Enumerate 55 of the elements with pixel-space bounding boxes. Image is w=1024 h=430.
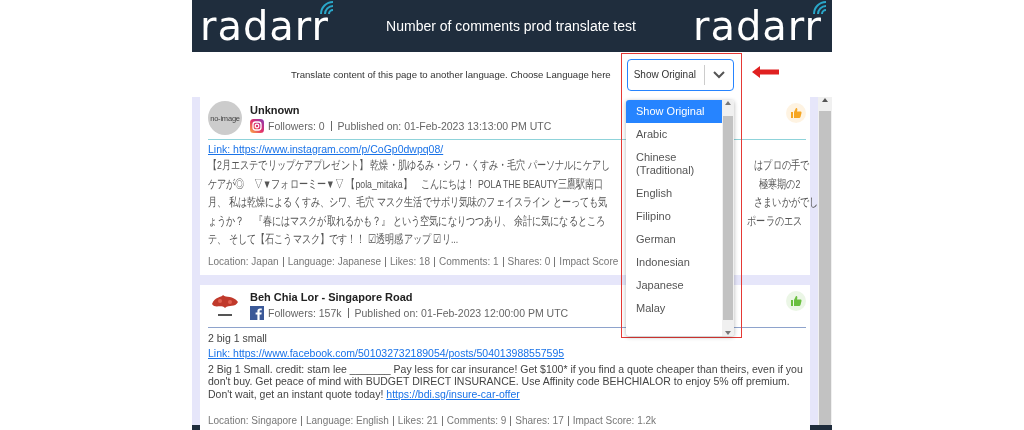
post-text-line: 月、 私は乾燥によるくすみ、シワ、毛穴 マスク生活でサボリ気味のフェイスライン とーっても気	[208, 195, 608, 210]
chevron-down-icon	[712, 70, 725, 79]
post-text-line: ょうか？ 『春にはマスクが取れるかも？』 という空気になりつつあり、 余計に気になるところ	[208, 213, 605, 230]
followers-count: Followers: 0	[268, 119, 325, 132]
language-option[interactable]: Japanese	[626, 274, 722, 297]
post-text-line: 極寒期の2	[758, 176, 800, 192]
arrow-icon	[752, 66, 779, 78]
author-name: Unknown	[250, 103, 300, 116]
language-option[interactable]: Malay	[626, 297, 722, 320]
post-text-line: ポーラのエス	[747, 213, 803, 229]
language-option[interactable]: Chinese (Traditional)	[626, 146, 722, 182]
post-stat: Impact Score	[554, 256, 623, 267]
post-text-line: 【2月エステでリップケアプレゼント】 乾燥・肌ゆるみ・シワ・くすみ・毛穴 パーソナルにケアし	[208, 158, 610, 173]
post-text-link[interactable]: https://bdi.sg/insure-car-offer	[386, 387, 520, 400]
language-select[interactable]: Show Original	[626, 58, 734, 91]
post-stat: Impact Score: 1.2k	[567, 416, 661, 426]
published-date: Published on: 01-Feb-2023 12:00:00 PM UTC	[347, 308, 569, 318]
language-option[interactable]: Arabic	[626, 123, 722, 146]
post-stat: Comments: 1	[434, 256, 503, 267]
translate-label: Translate content of this page to another language. Choose Language here	[291, 69, 611, 80]
post-title: 2 big 1 small	[208, 331, 267, 344]
post-stat: Likes: 18	[385, 256, 435, 267]
logo: radarr	[200, 6, 330, 46]
scroll-up-icon	[822, 97, 828, 103]
language-option[interactable]: English	[626, 182, 722, 205]
language-option[interactable]: Filipino	[626, 205, 722, 228]
author-name: Beh Chia Lor - Singapore Road	[250, 291, 413, 303]
post-text-line: さまいかがでし	[753, 195, 818, 210]
post-stat: Language: Japanese	[282, 256, 386, 267]
post-text-line: はプロの手で	[754, 158, 809, 173]
letter-f-icon	[250, 306, 264, 320]
page-scrollbar[interactable]	[818, 97, 832, 425]
post-text-line: テ、 そして【石こうマスク】です！！ ☑透明感アップ ☑リ...	[208, 232, 459, 247]
logo: radarr	[692, 6, 822, 46]
language-option[interactable]: German	[626, 228, 722, 251]
language-option[interactable]: Indonesian	[626, 251, 722, 274]
post-stat: Language: English	[300, 416, 393, 426]
followers-count: Followers: 157k	[268, 307, 342, 319]
post-stat: Likes: 21	[392, 416, 442, 426]
scrollbar[interactable]	[722, 100, 734, 336]
scroll-down-icon	[725, 330, 731, 336]
camera-icon	[250, 118, 264, 133]
published-date: Published on: 01-Feb-2023 13:13:00 PM UTC	[330, 120, 552, 131]
page-title: Number of comments prod translate test	[386, 18, 636, 34]
language-option[interactable]: Show Original	[626, 100, 722, 123]
post-link[interactable]: Link: https://www.instagram.com/p/CoGp0dwpq08/	[208, 143, 444, 155]
post-stat: Shares: 17	[510, 416, 568, 426]
post-stat: Location: Singapore	[208, 416, 298, 426]
post-stat: Location: Japan	[208, 256, 280, 267]
post-link[interactable]: Link: https://www.facebook.com/501032732189054/posts/504013988557595	[208, 346, 565, 359]
scroll-up-icon	[725, 100, 731, 106]
post-stat: Comments: 9	[441, 416, 511, 426]
post-text-line: ケアが◎ ▽▼フォローミー▼▽ 【pola_mitaka】 こんにちは！ POLA THE BEAUTY三鷹駅南口	[208, 176, 604, 192]
post-stat: Shares: 0	[502, 256, 555, 267]
post-text: 2 Big 1 Small. credit: stam lee _______ Pay less for car insurance! Get $100* if you find a quote cheaper than theirs, even if you don't buy. Get peace of mind with BUDGET DIRECT INSURANCE. Use Affinity code BEHCHIALOR to enjoy 5% off premium. Don't wait, get an instant quote today! https://bdi.sg/insure-car-offer	[208, 362, 804, 400]
